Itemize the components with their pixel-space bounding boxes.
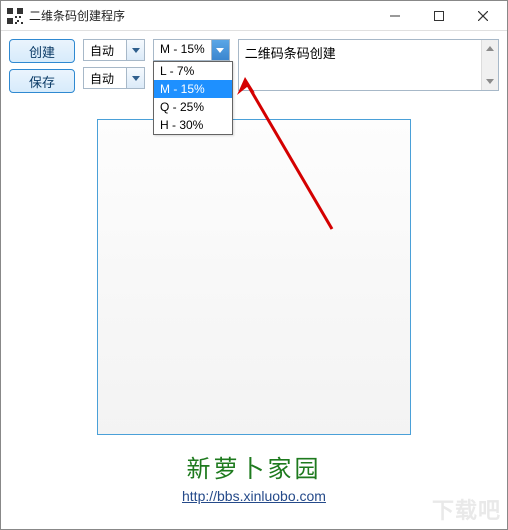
maximize-button[interactable]	[417, 2, 461, 30]
chevron-down-icon[interactable]	[126, 40, 144, 60]
size-combo-2-value: 自动	[84, 68, 126, 88]
ecc-option-l[interactable]: L - 7%	[154, 62, 232, 80]
scroll-down-icon[interactable]	[482, 73, 498, 90]
ecc-option-h[interactable]: H - 30%	[154, 116, 232, 134]
ecc-option-q[interactable]: Q - 25%	[154, 98, 232, 116]
size-combo-1-value: 自动	[84, 40, 126, 60]
create-button[interactable]: 创建	[9, 39, 75, 63]
ecc-dropdown: L - 7% M - 15% Q - 25% H - 30%	[153, 61, 233, 135]
save-button[interactable]: 保存	[9, 69, 75, 93]
titlebar: 二维条码创建程序	[1, 1, 507, 31]
ecc-option-m[interactable]: M - 15%	[154, 80, 232, 98]
chevron-down-icon[interactable]	[211, 40, 229, 60]
qr-preview-canvas	[97, 119, 411, 435]
top-row: 创建 保存 自动 自动 M - 15% L - 7% M - 15% Q - 2…	[9, 39, 499, 93]
window-title: 二维条码创建程序	[29, 7, 373, 24]
close-button[interactable]	[461, 2, 505, 30]
input-text[interactable]: 二维码条码创建	[239, 40, 481, 90]
input-textbox[interactable]: 二维码条码创建	[238, 39, 499, 91]
textbox-scrollbar[interactable]	[481, 40, 498, 90]
footer: 新萝卜家园 http://bbs.xinluobo.com	[9, 449, 499, 504]
size-combo-1[interactable]: 自动	[83, 39, 145, 61]
scroll-up-icon[interactable]	[482, 40, 498, 57]
chevron-down-icon[interactable]	[126, 68, 144, 88]
site-link[interactable]: http://bbs.xinluobo.com	[182, 488, 326, 504]
ecc-combo-value: M - 15%	[154, 40, 211, 60]
ecc-combo[interactable]: M - 15% L - 7% M - 15% Q - 25% H - 30%	[153, 39, 230, 61]
minimize-button[interactable]	[373, 2, 417, 30]
content: 创建 保存 自动 自动 M - 15% L - 7% M - 15% Q - 2…	[1, 31, 507, 512]
site-title: 新萝卜家园	[9, 449, 499, 484]
size-combo-2[interactable]: 自动	[83, 67, 145, 89]
app-icon	[7, 8, 23, 24]
